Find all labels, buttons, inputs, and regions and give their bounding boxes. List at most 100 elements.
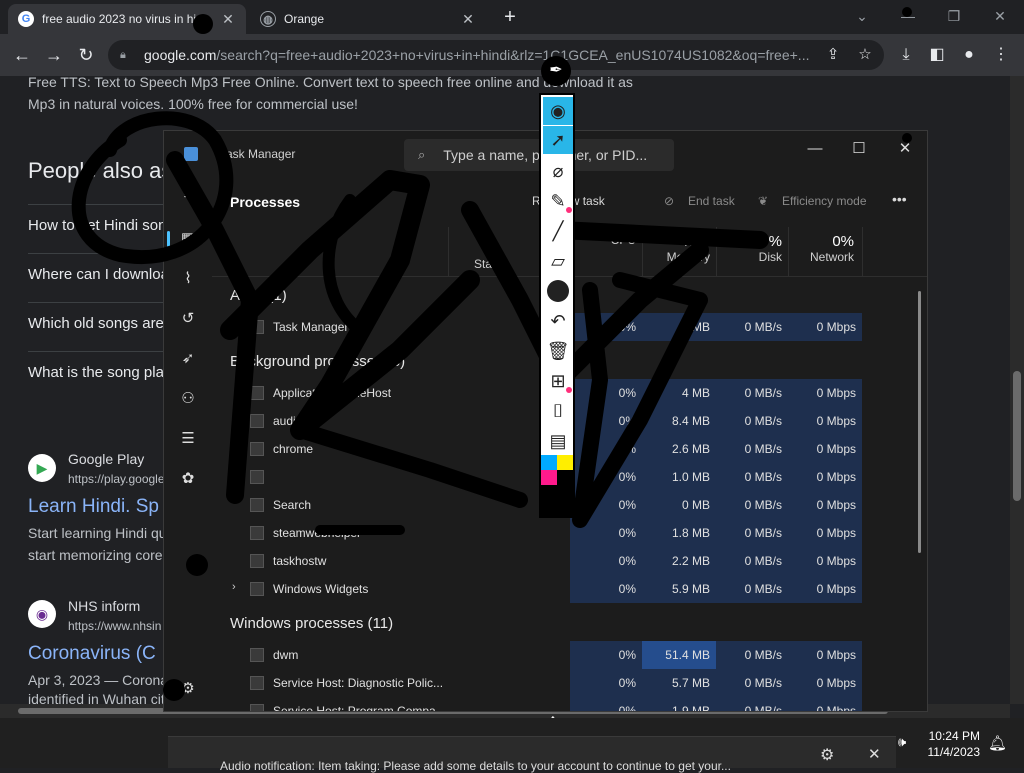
column-cpu[interactable]: CPU bbox=[570, 233, 636, 247]
side-panel-icon[interactable]: ◧ bbox=[926, 44, 948, 66]
page-vertical-scrollbar[interactable] bbox=[1010, 76, 1024, 704]
close-tab-icon[interactable]: ✕ bbox=[220, 11, 236, 28]
menu-kebab-icon[interactable]: ⋮ bbox=[990, 44, 1012, 66]
end-task-button[interactable]: End task bbox=[688, 194, 735, 208]
new-tab-button[interactable]: + bbox=[498, 6, 522, 30]
url-path: /search?q=free+audio+2023+no+virus+in+hi… bbox=[216, 47, 810, 63]
table-row[interactable]: steamwebhelper 0% 1.8 MB 0 MB/s 0 Mbps bbox=[212, 519, 862, 547]
column-network[interactable]: 0% Network bbox=[788, 233, 854, 264]
camera-icon[interactable]: ⌷ bbox=[543, 397, 573, 425]
scroll-thumb[interactable] bbox=[1013, 371, 1021, 501]
table-row[interactable]: audiodg 0% 8.4 MB 0 MB/s 0 Mbps bbox=[212, 407, 862, 435]
board-icon[interactable]: ⊞ bbox=[543, 367, 573, 395]
table-row[interactable]: Service Host: Diagnostic Polic... 0% 5.7… bbox=[212, 669, 862, 697]
download-icon[interactable]: ⤓ bbox=[895, 44, 917, 66]
startup-apps-icon[interactable]: ➶ bbox=[176, 347, 200, 371]
restore-icon[interactable]: ❐ bbox=[938, 4, 970, 28]
forward-icon[interactable]: → bbox=[42, 43, 66, 67]
cursor-icon[interactable]: ➚ bbox=[543, 126, 573, 154]
services-icon[interactable]: ✿ bbox=[176, 467, 200, 491]
pen-nib-icon[interactable]: ✒ bbox=[541, 56, 571, 86]
tab-active[interactable]: G free audio 2023 no virus in hi ✕ bbox=[8, 4, 246, 34]
maximize-icon[interactable]: ☐ bbox=[844, 137, 874, 161]
result-snippet: start memorizing core bbox=[28, 547, 163, 563]
close-tab-icon[interactable]: ✕ bbox=[460, 11, 476, 28]
table-row[interactable]: taskhostw 0% 2.2 MB 0 MB/s 0 Mbps bbox=[212, 547, 862, 575]
bookmark-star-icon[interactable]: ☆ bbox=[854, 44, 876, 66]
tab-orange[interactable]: ◍ Orange ✕ bbox=[250, 4, 486, 34]
process-list-scrollbar[interactable] bbox=[918, 291, 921, 553]
settings-gear-icon[interactable]: ⚙ bbox=[176, 677, 200, 701]
color-swatch-magenta[interactable] bbox=[541, 470, 557, 485]
eraser-icon[interactable]: ▱ bbox=[543, 247, 573, 275]
reload-icon[interactable]: ↻ bbox=[74, 43, 98, 67]
network-cell: 0 Mbps bbox=[788, 519, 862, 547]
close-icon[interactable]: ✕ bbox=[868, 745, 881, 763]
tab-search-chevron-icon[interactable]: ⌄ bbox=[846, 4, 878, 28]
notification-toast[interactable]: Audio notification: Item taking: Please … bbox=[168, 736, 896, 773]
table-row[interactable]: Service Host: Program Compa... 0% 1.9 MB… bbox=[212, 697, 862, 712]
close-window-icon[interactable]: ✕ bbox=[984, 4, 1016, 28]
process-icon bbox=[250, 676, 264, 690]
result-title-link[interactable]: Coronavirus (C bbox=[28, 643, 156, 665]
color-palette bbox=[541, 455, 573, 516]
address-bar[interactable]: 🔒︎ google.com /search?q=free+audio+2023+… bbox=[108, 40, 884, 70]
processes-icon[interactable]: ▦ bbox=[176, 227, 200, 251]
system-clock[interactable]: 10:24 PM 11/4/2023 bbox=[928, 728, 981, 760]
pen-icon[interactable]: ⌀ bbox=[543, 157, 573, 185]
color-swatch-yellow[interactable] bbox=[557, 455, 573, 470]
eye-icon[interactable]: ◉ bbox=[543, 97, 573, 125]
minimize-icon[interactable]: — bbox=[892, 4, 924, 28]
hamburger-menu-icon[interactable]: ≡ bbox=[176, 183, 200, 207]
brush-size-icon[interactable] bbox=[543, 277, 573, 305]
window-title: Task Manager bbox=[220, 147, 296, 161]
minimize-icon[interactable]: — bbox=[800, 137, 830, 161]
performance-icon[interactable]: ⌇ bbox=[176, 267, 200, 291]
table-row[interactable]: 0% 1.0 MB 0 MB/s 0 Mbps bbox=[212, 463, 862, 491]
undo-icon[interactable]: ↶ bbox=[543, 307, 573, 335]
trash-icon[interactable]: 🗑︎ bbox=[543, 337, 573, 365]
apps-section-header[interactable]: Apps (1) bbox=[230, 287, 287, 304]
disk-cell: 0 MB/s bbox=[716, 435, 788, 463]
process-icon bbox=[250, 386, 264, 400]
memory-cell: MB bbox=[642, 313, 716, 341]
background-section-header[interactable]: Background processes (8) bbox=[230, 353, 405, 370]
line-icon[interactable]: ╱ bbox=[543, 217, 573, 245]
speaker-icon[interactable]: 🕪︎ bbox=[898, 734, 906, 750]
expand-chevron-icon[interactable]: › bbox=[232, 581, 236, 593]
color-swatch-cyan[interactable] bbox=[541, 455, 557, 470]
details-icon[interactable]: ☰ bbox=[176, 427, 200, 451]
table-row[interactable]: ApplicationFrameHost 0% 4 MB 0 MB/s 0 Mb… bbox=[212, 379, 862, 407]
result-url[interactable]: https://www.nhsin bbox=[68, 619, 161, 633]
process-name: Service Host: Program Compa... bbox=[273, 704, 446, 712]
color-swatch-black[interactable] bbox=[557, 470, 573, 485]
close-window-icon[interactable]: ✕ bbox=[890, 137, 920, 161]
column-memory[interactable]: 45% Memory bbox=[642, 233, 710, 264]
column-label: Network bbox=[809, 250, 854, 264]
users-icon[interactable]: ⚇ bbox=[176, 387, 200, 411]
process-icon bbox=[250, 414, 264, 428]
share-icon[interactable]: ⇪ bbox=[822, 44, 844, 66]
memory-cell: 1.9 MB bbox=[642, 697, 716, 711]
app-history-icon[interactable]: ↺ bbox=[176, 307, 200, 331]
network-cell: 0 Mbps bbox=[788, 697, 862, 711]
table-row[interactable]: Task Manager 0% MB 0 MB/s 0 Mbps bbox=[212, 313, 862, 341]
notification-bell-icon[interactable]: 🔔︎ bbox=[988, 734, 1007, 752]
leaf-icon: ❦ bbox=[758, 194, 769, 208]
more-options-button[interactable]: ••• bbox=[892, 191, 907, 207]
column-disk[interactable]: 0% Disk bbox=[716, 233, 782, 264]
back-icon[interactable]: ← bbox=[10, 43, 34, 67]
people-also-ask-title: People also ask bbox=[28, 158, 184, 183]
settings-gear-icon[interactable]: ⚙ bbox=[820, 745, 834, 765]
windows-section-header[interactable]: Windows processes (11) bbox=[230, 615, 393, 632]
clipboard-icon[interactable]: ▤ bbox=[543, 427, 573, 455]
result-title-link[interactable]: Learn Hindi. Sp bbox=[28, 496, 159, 518]
highlighter-icon[interactable]: ✎ bbox=[543, 187, 573, 215]
efficiency-mode-button[interactable]: Efficiency mode bbox=[782, 194, 867, 208]
profile-icon[interactable]: ● bbox=[958, 44, 980, 66]
table-row[interactable]: chrome 0% 2.6 MB 0 MB/s 0 Mbps bbox=[212, 435, 862, 463]
table-row[interactable]: Search 0% 0 MB 0 MB/s 0 Mbps bbox=[212, 491, 862, 519]
column-status[interactable]: Status bbox=[474, 257, 534, 271]
table-row[interactable]: › Windows Widgets 0% 5.9 MB 0 MB/s 0 Mbp… bbox=[212, 575, 862, 603]
table-row[interactable]: dwm 0% 51.4 MB 0 MB/s 0 Mbps bbox=[212, 641, 862, 669]
